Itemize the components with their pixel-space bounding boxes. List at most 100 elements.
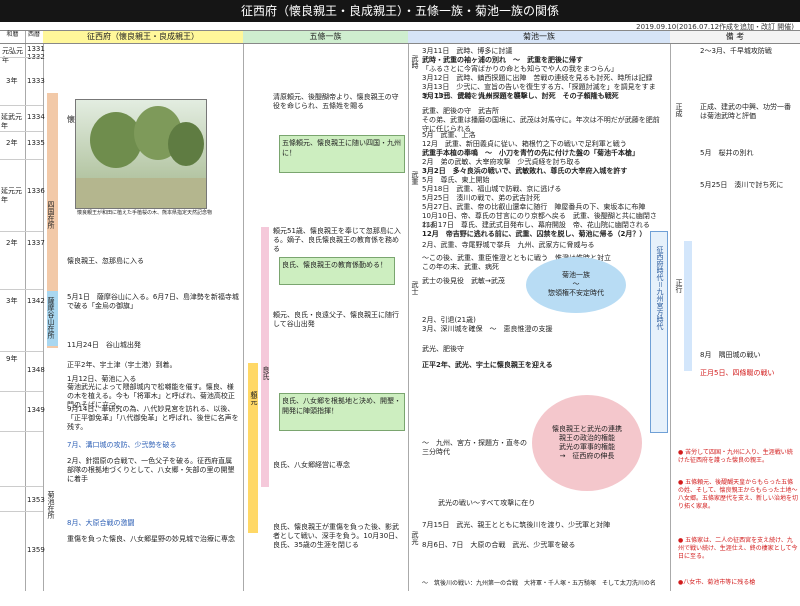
event-2: 5月1日 薩摩谷山に入る。6月7日、島津勢を新福寺城で破る「金烏の御旗」 [67, 293, 239, 310]
event-7: 9月14日、革研究の為、八代妙見宮を訪れる、以後、「正平御免革」「八代御免革」と… [67, 405, 239, 431]
banner-text: 征西府時代＝九州宮方時代 [656, 246, 664, 330]
kikuchi-29: ～ 九州、宮方・探題方・直冬の三分時代 [422, 439, 527, 456]
note-event-4: 5月25日 湊川で討ち死に [700, 181, 784, 189]
event-1: 懐良親王、忽那島に入る [67, 257, 144, 265]
photo-caption: 懐良親王が和田に植えた手植桜の木、熊本県指定天然記念物 [77, 210, 213, 216]
masashige-label: 正成 [675, 103, 683, 117]
bubble2-line2: 親王の政治的権能 [559, 434, 615, 442]
event-11: 重傷を負った懐良、八女郷星野の妙見城で治療に専念 [67, 535, 235, 543]
takemitsu-label: 武光 [411, 531, 419, 545]
kikuchi-24: 武士の後見役 武敏→武茂 [422, 277, 505, 285]
cherry-tree-photo [75, 99, 207, 209]
kikuchi-11: 武重手本植の奉鳴 ～ 小刀を青竹の先に付けた盤の「菊池千本槍」 [422, 149, 639, 157]
bubble2-line1: 懐良親王と武光の連携 [552, 425, 622, 433]
badge-gojo-1: 五條頼元、懐良親王に随い四国・九州に！ [279, 135, 405, 173]
event-4: 正平2年、宇土津（宇土港）到着。 [67, 361, 177, 369]
note-event-6: 正月5日、四條畷の戦い [700, 369, 775, 377]
note-event-3: 5月 桜井の別れ [700, 149, 754, 157]
event-10: 8月、大原合戦の激闘 [67, 519, 135, 527]
note-event-5: 8月 隅田城の戦い [700, 351, 761, 359]
kikuchi-3: 「ふるさとに今宵ばかりの命とも知らでや人の我をまつらん」 [422, 65, 618, 73]
era-1331: 元弘元年 [2, 47, 23, 64]
notes-column: 備 考 正成 正行 2～3月、千早城攻防戦 正成、建武の中興、功労一番は菊池武時… [670, 31, 800, 591]
row-divider [0, 391, 43, 392]
era-1336: 延元元年 [1, 187, 22, 204]
summary-note-1: ● 苦労して四国・九州に入り、生涯戦い続けた征西府を護った懐良の親王。 [678, 449, 793, 464]
kikuchi-4: 3月12日 武時、鎮西探題に出陣 苦戦の連続を見るも討死、時所は記録 [422, 74, 653, 82]
summary-note-3: ● 五條家は、二人の征西宮を支え続け、九州で戦い続け、生涯仕え、終の棲家として今… [678, 537, 798, 560]
row-divider [0, 159, 43, 160]
kikuchi-16: 5月25日 湊川の戦で、弟の武吉討死 [422, 194, 541, 202]
notes-header: 備 考 [670, 31, 800, 44]
summary-note-2: ● 五條頼元、後醍醐天皇からもらった五條の姓、そして、懐良親王からもらった土地～… [678, 479, 799, 510]
bubble1-line2: ～ [572, 280, 580, 288]
kikuchi-20: 12月 帝吉野に逃れる前に、武重、囚禁を脱し、菊池に帰る（2月？） [422, 230, 647, 238]
row-divider [0, 57, 43, 58]
event-9: 2月、針摺原の合戦で、一色父子を破る。征西府直属部隊の根拠地づくりとして、八女郷… [67, 457, 235, 483]
tree-crown [168, 122, 204, 166]
takeshige-label: 武重 [411, 171, 419, 185]
kikuchi-21: 2月、武重、寺尾野城で挙兵 九州、武家方に脅威与る [422, 241, 595, 249]
era-1342: 3年 [6, 297, 18, 305]
kikuchi-7: 武重、肥後の守 武吉所 [422, 107, 499, 115]
bubble1-line1: 菊池一族 [562, 271, 590, 279]
seisei-header: 征西府（懐良親王・良成親王） [43, 31, 243, 44]
row-divider [0, 131, 43, 132]
kikuchi-30: 武光の戦い～すべて攻撃に在り [438, 499, 536, 507]
kikuchi-9: 5月 武重、上洛 [422, 131, 476, 139]
gojo-header: 五條一族 [243, 31, 408, 44]
kikuchi-19: 11月17日 尊氏、建武式目発布し、幕府開設 帝、花山院に幽閉される [422, 221, 650, 229]
satsuma-label: 薩摩谷山在所 [47, 297, 55, 339]
alliance-bubble: 懐良親王と武光の連携 親王の政治的権能 武光の軍事的権能 → 征西府の伸長 [532, 395, 642, 491]
kikuchi-1: 3月11日 武時、博多に討議 [422, 47, 513, 55]
era-1335: 2年 [6, 139, 18, 147]
gojo-1: 清原頼元、後醍醐帝より、懐良親王の守役を命じられ、五條姓を賜る [273, 93, 399, 110]
year-header: 西暦 [25, 31, 43, 44]
kikuchi-17: 5月27日、武重、帝の比叡山還幸に随行 陣屋番兵の下、東坂本に布陣 [422, 203, 646, 211]
note-event-2: 正成、建武の中興、功労一番は菊池武時と評価 [700, 103, 791, 120]
seisei-column: 征西府（懐良親王・良成親王） 四国在所 薩摩谷山在所 菊池在所 懐良親王6歳 懐… [43, 31, 244, 591]
year-column: 西暦 1331 1332 1333 1334 1335 1336 1337 13… [25, 31, 45, 591]
yoshiuji-bar [261, 227, 269, 487]
kikuchi-2: 武時・武重の袖ヶ浦の別れ ～ 武重を肥後に帰す [422, 56, 583, 64]
kikuchi-25: 2月、引退(21歳) [422, 316, 476, 324]
bubble1-line3: 惣領権不安定時代 [548, 289, 604, 297]
shikoku-label: 四国在所 [47, 201, 55, 229]
bubble2-line4: → 征西府の伸長 [559, 452, 615, 460]
kikuchi-6: 3月13日 武時、九州探題を襲撃し、討死 その子頼隆も戦死 [422, 92, 619, 100]
era-1337: 2年 [6, 239, 18, 247]
era-1347: 9年 [6, 355, 18, 363]
row-divider [0, 231, 43, 232]
kikuchi-15: 5月18日 武重、福山城で防戦、京に逃げる [422, 185, 562, 193]
gojo-4: 良氏、八女郷経営に専念 [273, 461, 350, 469]
gojo-5: 良氏、懐良親王が重傷を負った後、影武者として戦い、深手を負う。10月30日、良氏… [273, 523, 403, 549]
row-divider [0, 289, 43, 290]
gojo-3: 頼元、良氏・良遠父子、懐良親王に随行して谷山出発 [273, 311, 399, 328]
kikuchi-12: 2月 弟の武敏、大宰府攻撃 少弐貞経を討ち取る [422, 158, 581, 166]
row-divider [0, 486, 43, 487]
note-event-1: 2～3月、千早城攻防戦 [700, 47, 772, 55]
era-header: 和暦 [0, 31, 25, 44]
kikuchi-10: 12月 武重、新田義貞に従い、箱根竹之下の戦いで足利軍と戦う [422, 140, 627, 148]
bushi-label: 武士 [411, 281, 419, 295]
summary-note-4: ●八女市、菊池市等に残る槍 [678, 579, 756, 586]
kikuchi-27: 武光、肥後守 [422, 345, 464, 353]
era-1333: 3年 [6, 77, 18, 85]
kikuchi-header: 菊池一族 [408, 31, 670, 44]
chronology-table: 和暦 元弘元年 3年 延武元年 2年 延元元年 2年 3年 9年 西暦 1331… [0, 30, 800, 591]
yorimoto-bar [248, 363, 258, 533]
kikuchi-zai-label: 菊池在所 [47, 491, 55, 519]
yoshiuji-label: 良氏 [262, 366, 270, 380]
row-divider [0, 511, 43, 512]
badge-gojo-2: 良氏、懐良親王の教育係勤める！ [279, 257, 395, 285]
era-column: 和暦 元弘元年 3年 延武元年 2年 延元元年 2年 3年 9年 [0, 31, 26, 591]
kikuchi-22: ～この後、武重、重臣惟澄とともに戦う 惟澄は惟時と対立 [422, 254, 611, 262]
masatsura-label: 正行 [675, 279, 683, 293]
masatsura-bar [684, 241, 692, 371]
page-title: 征西府（懐良親王・良成親王）・五條一族・菊池一族の関係 [0, 0, 800, 22]
kikuchi-31: 7月15日 武光、親王とともに筑後川を渡り、少弐軍と対陣 [422, 521, 611, 529]
kikuchi-13: 3月2日 多々良浜の戦いで、武敏敗れ、尊氏の大宰府入城を許す [422, 167, 628, 175]
kikuchi-32: 8月6日、7日 大原の合戦 武光、少弐軍を破る [422, 541, 576, 549]
kikuchi-28: 正平2年、武光、宇土に懐良親王を迎える [422, 361, 553, 369]
ground [76, 178, 206, 208]
